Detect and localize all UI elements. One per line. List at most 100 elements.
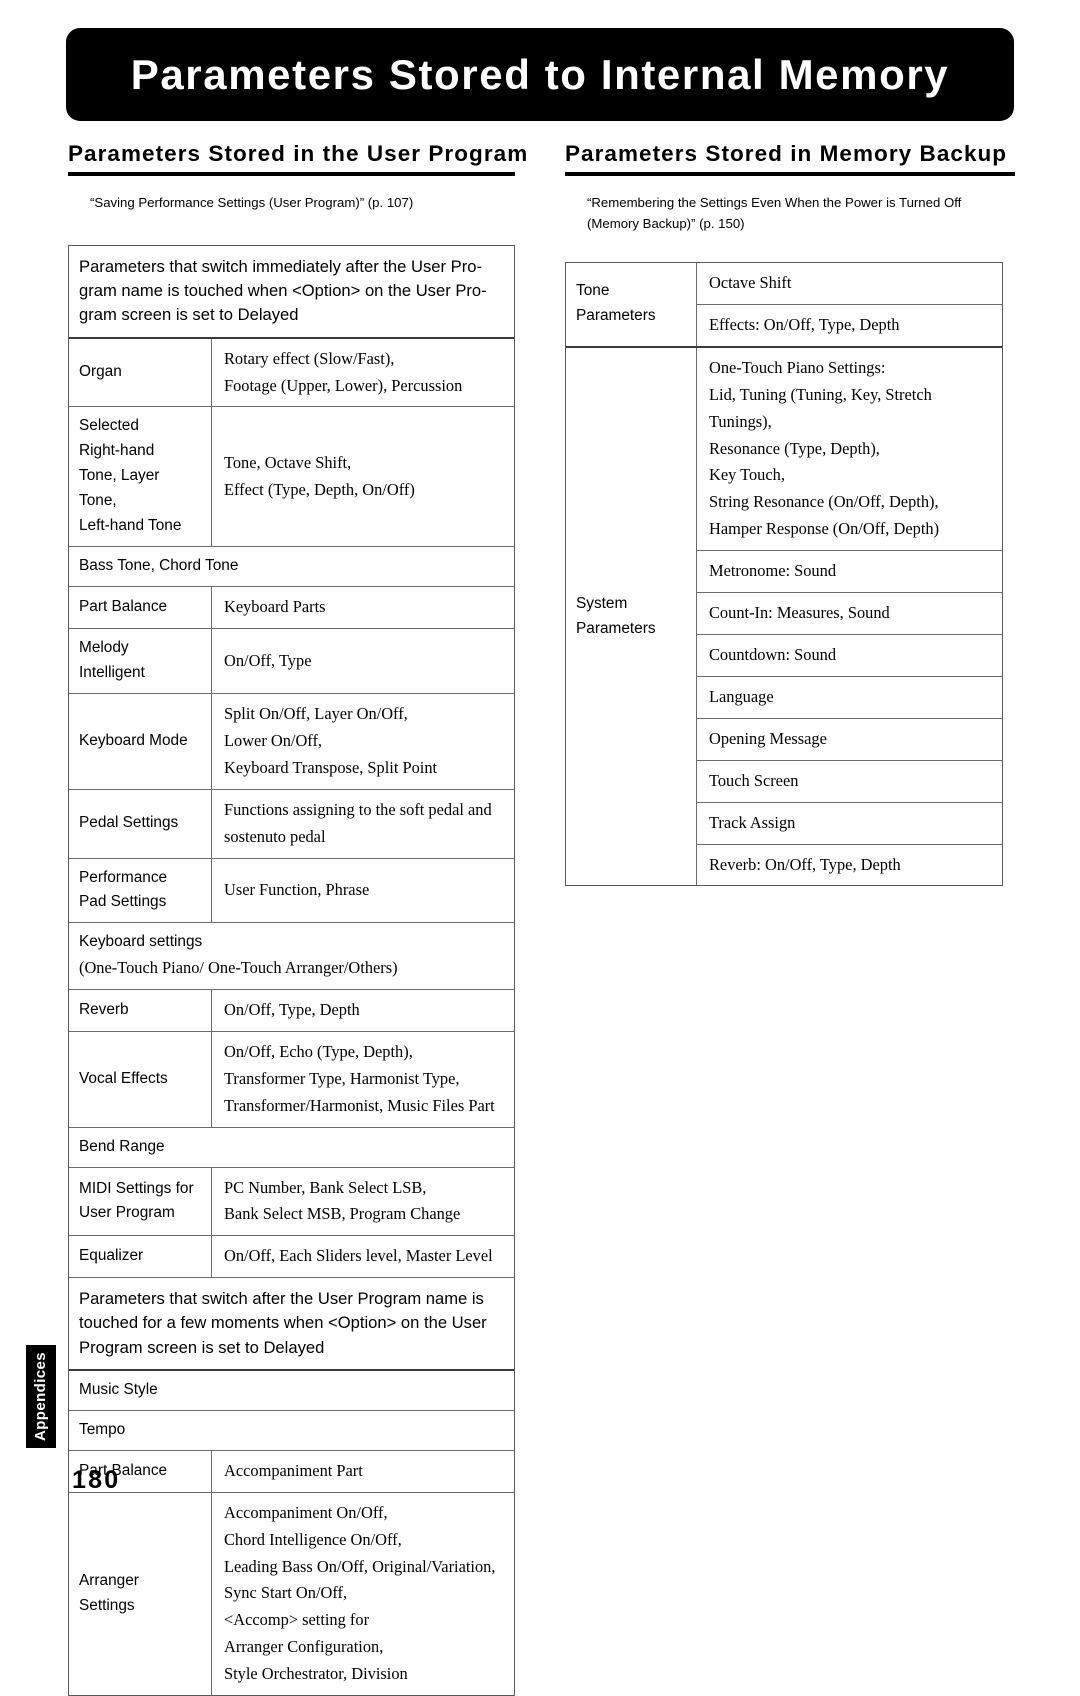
- right-section-caption: “Remembering the Settings Even When the …: [587, 194, 962, 232]
- row-value: On/Off, Each Sliders level, Master Level: [212, 1236, 514, 1277]
- row-value: Track Assign: [697, 803, 1002, 844]
- text-line: (One-Touch Piano/ One-Touch Arranger/Oth…: [79, 958, 398, 978]
- table-row: Language: [697, 677, 1002, 719]
- text-line: gram screen is set to Delayed: [79, 305, 299, 325]
- row-value: User Function, Phrase: [212, 859, 514, 923]
- row-label: Part Balance: [69, 587, 212, 629]
- text-line: Lower On/Off,: [224, 730, 323, 750]
- text-line: Transformer/Harmonist, Music Files Part: [224, 1095, 495, 1115]
- row-label: Keyboard Mode: [69, 694, 212, 789]
- row-label: Equalizer: [69, 1236, 212, 1278]
- text-line: Arranger Configuration,: [224, 1637, 384, 1657]
- text-line: Octave Shift: [709, 273, 792, 292]
- text-line: Functions assigning to the soft pedal an…: [224, 799, 492, 819]
- table-row: Pedal Settings Functions assigning to the…: [69, 789, 514, 859]
- row-value: Language: [697, 677, 1002, 718]
- row-label: Pedal Settings: [69, 789, 212, 858]
- text-line: Equalizer: [79, 1247, 144, 1265]
- table-banner-row: Parameters that switch immediately after…: [69, 246, 514, 339]
- text-line: Lid, Tuning (Tuning, Key, Stretch Tuning…: [709, 384, 932, 431]
- text-line: Keyboard Mode: [79, 731, 188, 749]
- text-line: Selected: [79, 417, 139, 435]
- table-row: Part Balance Accompaniment Part: [69, 1450, 514, 1493]
- text-line: Part Balance: [79, 598, 168, 616]
- text-line: Parameters: [576, 619, 656, 637]
- table-row: Equalizer On/Off, Each Sliders level, Mas…: [69, 1236, 514, 1279]
- text-line: Metronome: Sound: [709, 561, 837, 581]
- row-fullwidth: Bend Range: [69, 1128, 514, 1167]
- text-line: Accompaniment On/Off,: [224, 1502, 388, 1522]
- row-value: Accompaniment On/Off, Chord Intelligence …: [212, 1493, 514, 1695]
- text-line: Reverb: [79, 1000, 129, 1018]
- text-line: Rotary effect (Slow/Fast),: [224, 348, 395, 368]
- text-line: Opening Message: [709, 728, 827, 748]
- text-line: PC Number, Bank Select LSB,: [224, 1177, 427, 1197]
- text-line: Resonance (Type, Depth),: [709, 438, 880, 458]
- text-line: Countdown: Sound: [709, 644, 837, 664]
- row-value: One-Touch Piano Settings: Lid, Tuning (Tu…: [697, 348, 1002, 550]
- text-line: Style Orchestrator, Division: [224, 1664, 408, 1684]
- row-label: Performance Pad Settings: [69, 858, 212, 923]
- table-row: Track Assign: [697, 803, 1002, 845]
- table-row: Melody Intelligent On/Off, Type: [69, 629, 514, 694]
- table-row: Touch Screen: [697, 761, 1002, 803]
- text-line: Effects: On/Off, Type, Depth: [709, 314, 900, 334]
- row-fullwidth: Bass Tone, Chord Tone: [69, 547, 514, 586]
- row-value: PC Number, Bank Select LSB, Bank Select M…: [212, 1168, 514, 1236]
- text-line: Track Assign: [709, 812, 796, 832]
- text-line: Tone, Octave Shift,: [224, 452, 352, 472]
- text-line: Keyboard Parts: [224, 597, 326, 617]
- table-row: Arranger Settings Accompaniment On/Off, Cho…: [69, 1492, 514, 1696]
- group-rows: Octave Shift Effects: On/Off, Type, Depth: [697, 263, 1002, 346]
- right-section-rule: [565, 171, 1015, 176]
- text-line: Right-hand: [79, 442, 155, 460]
- row-value: Count-In: Measures, Sound: [697, 593, 1002, 634]
- row-label: Vocal Effects: [69, 1031, 212, 1127]
- group-label: System Parameters: [566, 347, 697, 886]
- row-value: Rotary effect (Slow/Fast), Footage (Upper…: [212, 339, 514, 407]
- text-line: Settings: [79, 1596, 135, 1614]
- table-row: Count-In: Measures, Sound: [697, 593, 1002, 635]
- table-row: Countdown: Sound: [697, 635, 1002, 677]
- table-row: Performance Pad Settings User Function, Ph…: [69, 858, 514, 924]
- table-row: One-Touch Piano Settings: Lid, Tuning (Tu…: [697, 348, 1002, 552]
- text-line: Effect (Type, Depth, On/Off): [224, 479, 415, 499]
- text-line: Leading Bass On/Off, Original/Variation,: [224, 1556, 496, 1576]
- table-row: Opening Message: [697, 719, 1002, 761]
- text-line: Program screen is set to Delayed: [79, 1337, 325, 1357]
- row-fullwidth: Keyboard settings (One-Touch Piano/ One-T…: [69, 923, 514, 989]
- text-line: On/Off, Echo (Type, Depth),: [224, 1041, 413, 1061]
- row-value: Opening Message: [697, 719, 1002, 760]
- table-row: Selected Right-hand Tone, Layer Tone, Left-h…: [69, 407, 514, 548]
- row-value: Countdown: Sound: [697, 635, 1002, 676]
- row-value: Effects: On/Off, Type, Depth: [697, 305, 1002, 346]
- right-section: Parameters Stored in Memory Backup “Reme…: [565, 141, 1015, 235]
- text-line: One-Touch Piano Settings:: [709, 357, 886, 377]
- table-group-row: Tone Parameters Octave Shift Effects: On/Of…: [566, 263, 1002, 348]
- table-banner-text: Parameters that switch immediately after…: [69, 246, 514, 337]
- left-section-caption: “Saving Performance Settings (User Progr…: [90, 194, 414, 210]
- text-line: Vocal Effects: [79, 1069, 168, 1087]
- row-value: On/Off, Type, Depth: [212, 990, 514, 1031]
- text-line: Chord Intelligence On/Off,: [224, 1529, 402, 1549]
- text-line: Tone, Layer: [79, 467, 160, 485]
- row-value: Reverb: On/Off, Type, Depth: [697, 845, 1002, 886]
- text-line: User Function, Phrase: [224, 880, 370, 900]
- row-label: Organ: [69, 338, 212, 407]
- text-line: On/Off, Type: [224, 650, 312, 670]
- table-row: Part Balance Keyboard Parts: [69, 587, 514, 630]
- text-line: Accompaniment Part: [224, 1460, 363, 1480]
- row-value: On/Off, Type: [212, 629, 514, 693]
- text-line: Tone,: [79, 492, 117, 510]
- text-line: Melody: [79, 639, 129, 657]
- text-line: Transformer Type, Harmonist Type,: [224, 1068, 460, 1088]
- row-label: Reverb: [69, 989, 212, 1031]
- page-number: 180: [72, 1466, 121, 1494]
- table-row: Vocal Effects On/Off, Echo (Type, Depth),…: [69, 1031, 514, 1128]
- text-line: Bass Tone, Chord Tone: [79, 557, 239, 575]
- table-row: Metronome: Sound: [697, 551, 1002, 594]
- row-fullwidth: Music Style: [69, 1371, 514, 1410]
- text-line: Keyboard Transpose, Split Point: [224, 757, 438, 777]
- text-line: Pad Settings: [79, 893, 167, 911]
- text-line: Touch Screen: [709, 770, 799, 790]
